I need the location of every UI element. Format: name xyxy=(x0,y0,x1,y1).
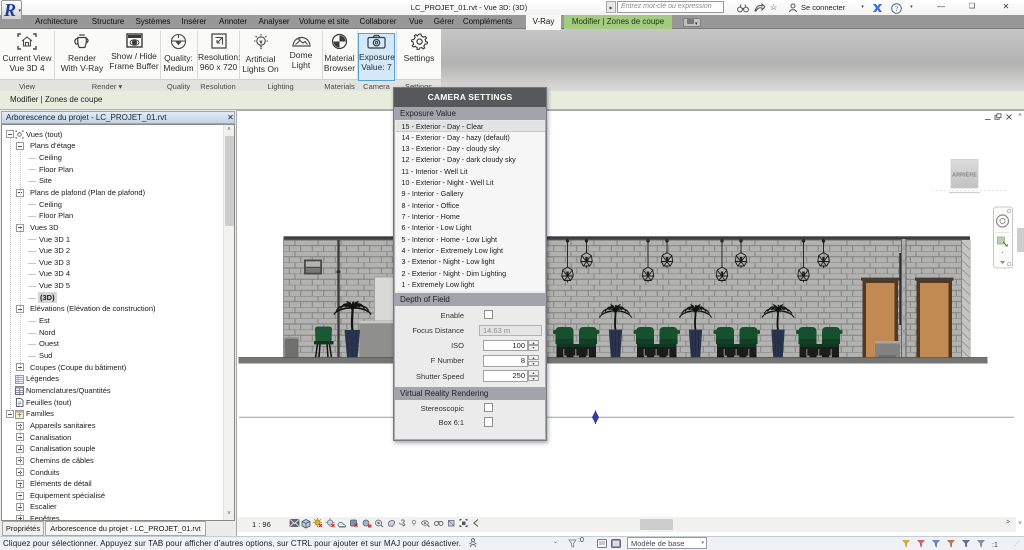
svg-text::1: :1 xyxy=(992,542,998,549)
svg-text:ARRIÈRE: ARRIÈRE xyxy=(952,171,977,179)
svg-text:?: ? xyxy=(895,5,898,13)
